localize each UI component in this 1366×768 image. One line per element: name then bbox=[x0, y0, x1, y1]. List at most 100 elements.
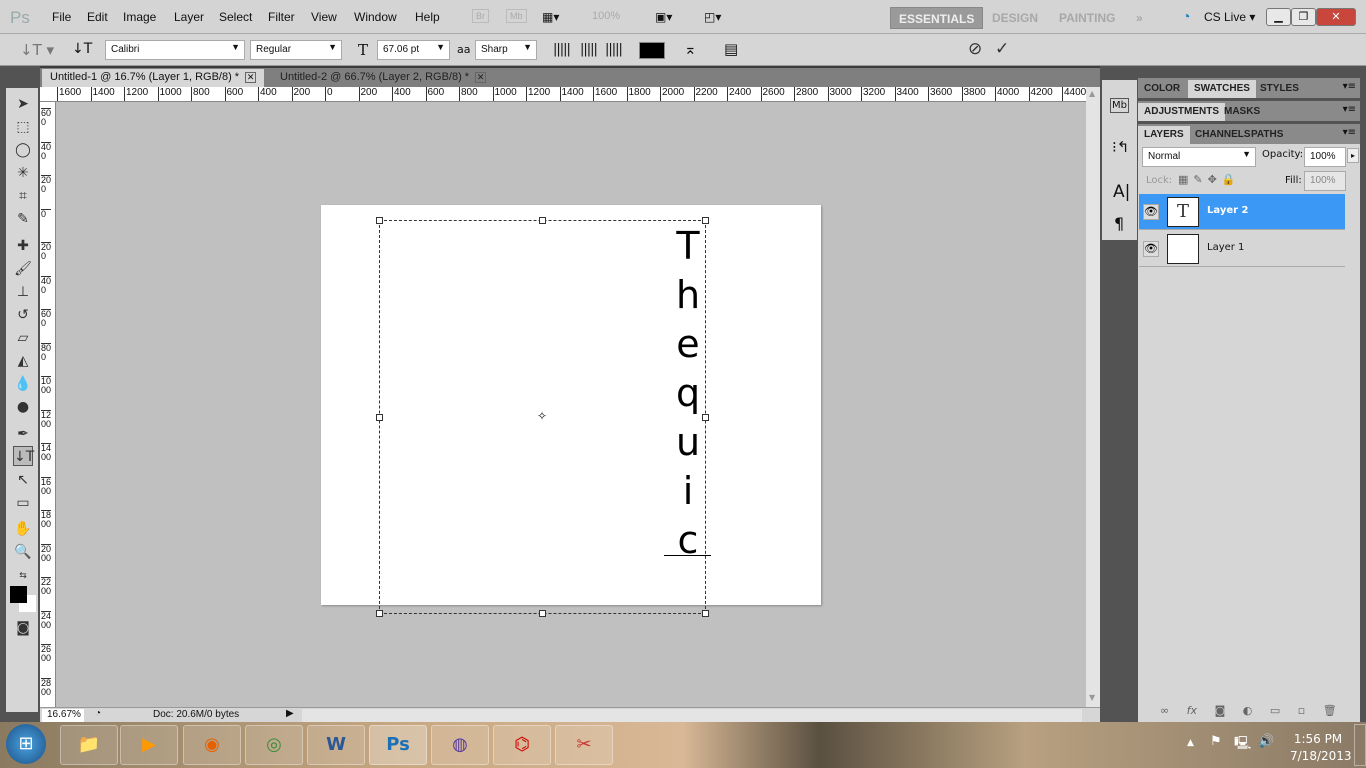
lock-icons[interactable]: ▦✎✥🔒 bbox=[1178, 173, 1241, 186]
menu-window[interactable]: Window bbox=[354, 10, 397, 24]
warp-text-icon[interactable]: ⌅ bbox=[684, 40, 697, 58]
text-bounding-box[interactable]: ✧ bbox=[376, 217, 709, 617]
hand-tool-icon[interactable]: ✋ bbox=[13, 519, 33, 539]
view-extras-icon[interactable]: ▦▾ bbox=[542, 10, 559, 24]
toggle-text-orientation-icon[interactable]: ↓T bbox=[72, 41, 92, 57]
visibility-eye-icon[interactable]: 👁 bbox=[1143, 204, 1159, 220]
opacity-input[interactable]: 100% bbox=[1304, 147, 1346, 167]
tab-paths[interactable]: PATHS bbox=[1245, 126, 1289, 144]
tab-styles[interactable]: STYLES bbox=[1254, 80, 1305, 98]
new-group-icon[interactable]: ▭ bbox=[1270, 704, 1280, 717]
show-hidden-icons[interactable]: ▲ bbox=[1187, 738, 1194, 748]
foreground-color-swatch[interactable] bbox=[10, 586, 27, 603]
paragraph-icon[interactable]: ¶ bbox=[1114, 214, 1124, 233]
fill-input[interactable]: 100% bbox=[1304, 171, 1346, 191]
cancel-edits-button[interactable]: ⊘ bbox=[968, 39, 982, 59]
add-mask-icon[interactable]: ◙ bbox=[1215, 704, 1226, 717]
character-icon[interactable]: A| bbox=[1113, 182, 1130, 202]
zoom-level-select[interactable]: 100% bbox=[592, 10, 620, 22]
show-desktop-button[interactable] bbox=[1354, 724, 1366, 766]
delete-layer-icon[interactable]: 🗑 bbox=[1323, 704, 1337, 717]
marquee-tool-icon[interactable]: ⬚ bbox=[13, 117, 33, 137]
taskbar-snipping-tool-icon[interactable]: ✂ bbox=[555, 725, 613, 765]
network-icon[interactable]: 🖳 bbox=[1234, 734, 1251, 756]
action-center-icon[interactable]: ⚑ bbox=[1210, 734, 1222, 749]
paint-bucket-tool-icon[interactable]: ◭ bbox=[13, 351, 33, 371]
move-tool-icon[interactable]: ➤ bbox=[13, 94, 33, 114]
lasso-tool-icon[interactable]: ◯ bbox=[13, 140, 33, 160]
status-menu-arrow-icon[interactable]: ▶ bbox=[286, 708, 294, 719]
minimize-button[interactable]: ▁ bbox=[1266, 8, 1291, 26]
taskbar-chrome-icon[interactable]: ◎ bbox=[245, 725, 303, 765]
magic-wand-tool-icon[interactable]: ✳ bbox=[13, 163, 33, 183]
transform-handle[interactable] bbox=[376, 610, 383, 617]
screen-mode-icon[interactable]: ◰▾ bbox=[704, 10, 721, 24]
status-preview-icon[interactable]: ◔ bbox=[95, 708, 101, 719]
arrange-documents-icon[interactable]: ▣▾ bbox=[655, 10, 672, 24]
menu-edit[interactable]: Edit bbox=[87, 10, 108, 24]
text-color-swatch[interactable] bbox=[639, 42, 665, 59]
character-panel-icon[interactable]: ▤ bbox=[724, 40, 738, 58]
taskbar-media-player-icon[interactable]: ▶ bbox=[120, 725, 178, 765]
taskbar-torrent-icon[interactable]: ◍ bbox=[431, 725, 489, 765]
visibility-eye-icon[interactable]: 👁 bbox=[1143, 241, 1159, 257]
menu-file[interactable]: File bbox=[52, 10, 71, 24]
menu-image[interactable]: Image bbox=[123, 10, 156, 24]
reference-point-icon[interactable]: ✧ bbox=[537, 409, 547, 423]
path-selection-tool-icon[interactable]: ↖ bbox=[13, 470, 33, 490]
taskbar-word-icon[interactable]: W bbox=[307, 725, 365, 765]
volume-icon[interactable]: 🔊 bbox=[1258, 734, 1274, 749]
close-button[interactable]: ✕ bbox=[1316, 8, 1356, 26]
healing-brush-tool-icon[interactable]: ✚ bbox=[13, 236, 33, 256]
workspace-design[interactable]: DESIGN bbox=[984, 7, 1046, 29]
taskbar-acrobat-icon[interactable]: ⌬ bbox=[493, 725, 551, 765]
panel-menu-icon[interactable]: ▾≡ bbox=[1343, 81, 1356, 92]
horizontal-scrollbar[interactable] bbox=[302, 709, 1082, 722]
tab-masks[interactable]: MASKS bbox=[1218, 103, 1266, 121]
scroll-down-icon[interactable]: ▼ bbox=[1089, 693, 1095, 702]
clock-time[interactable]: 1:56 PM bbox=[1290, 732, 1346, 746]
link-layers-icon[interactable]: ∞ bbox=[1160, 704, 1169, 717]
panel-menu-icon[interactable]: ▾≡ bbox=[1343, 104, 1356, 115]
transform-handle[interactable] bbox=[539, 610, 546, 617]
tab-swatches[interactable]: SWATCHES bbox=[1188, 80, 1256, 98]
history-icon[interactable]: ⁝↰ bbox=[1112, 138, 1129, 156]
eyedropper-tool-icon[interactable]: ✎ bbox=[13, 209, 33, 229]
adjustment-layer-icon[interactable]: ◐ bbox=[1243, 704, 1253, 717]
blend-mode-select[interactable]: Normal ▼ bbox=[1142, 147, 1256, 167]
antialias-select[interactable]: Sharp ▼ bbox=[475, 40, 537, 60]
mini-bridge-button[interactable]: Mb bbox=[506, 9, 527, 23]
new-layer-icon[interactable]: ▫ bbox=[1298, 704, 1305, 717]
rectangle-tool-icon[interactable]: ▭ bbox=[13, 493, 33, 513]
align-center-icon[interactable]: ||||| bbox=[580, 42, 598, 57]
menu-view[interactable]: View bbox=[311, 10, 337, 24]
pen-tool-icon[interactable]: ✒ bbox=[13, 424, 33, 444]
transform-handle[interactable] bbox=[376, 217, 383, 224]
menu-help[interactable]: Help bbox=[415, 10, 440, 24]
zoom-tool-icon[interactable]: 🔍 bbox=[13, 542, 33, 562]
zoom-field[interactable]: 16.67% bbox=[42, 709, 84, 722]
clone-stamp-tool-icon[interactable]: ⊥ bbox=[13, 282, 33, 302]
brush-tool-icon[interactable]: 🖌 bbox=[13, 259, 33, 279]
font-family-select[interactable]: Calibri ▼ bbox=[105, 40, 245, 60]
layer-row-layer-2[interactable]: 👁 T Layer 2 bbox=[1139, 194, 1345, 230]
quick-mask-icon[interactable]: ◙ bbox=[13, 618, 33, 638]
blur-tool-icon[interactable]: 💧 bbox=[13, 374, 33, 394]
cs-live-menu[interactable]: CS Live ▾ bbox=[1204, 10, 1255, 24]
restore-button[interactable]: ❐ bbox=[1291, 8, 1316, 26]
opacity-slider-button[interactable]: ▸ bbox=[1347, 148, 1360, 163]
layer-row-layer-1[interactable]: 👁 Layer 1 bbox=[1139, 231, 1345, 267]
fx-icon[interactable]: fx bbox=[1187, 704, 1197, 717]
tab-adjustments[interactable]: ADJUSTMENTS bbox=[1138, 103, 1226, 121]
dodge-tool-icon[interactable]: ● bbox=[13, 397, 33, 417]
tab-untitled-2[interactable]: Untitled-2 @ 66.7% (Layer 2, RGB/8) * ✕ bbox=[272, 69, 494, 87]
crop-tool-icon[interactable]: ⌗ bbox=[13, 186, 33, 206]
taskbar-explorer-icon[interactable]: 📁 bbox=[60, 725, 118, 765]
transform-handle[interactable] bbox=[539, 217, 546, 224]
start-button[interactable]: ⊞ bbox=[6, 724, 46, 764]
tool-preset-picker[interactable]: ↓T ▾ bbox=[20, 41, 54, 59]
more-workspaces-icon[interactable]: » bbox=[1128, 7, 1151, 29]
align-top-icon[interactable]: ||||| bbox=[553, 42, 571, 57]
mini-bridge-icon[interactable]: Mb bbox=[1110, 98, 1129, 113]
menu-layer[interactable]: Layer bbox=[174, 10, 204, 24]
